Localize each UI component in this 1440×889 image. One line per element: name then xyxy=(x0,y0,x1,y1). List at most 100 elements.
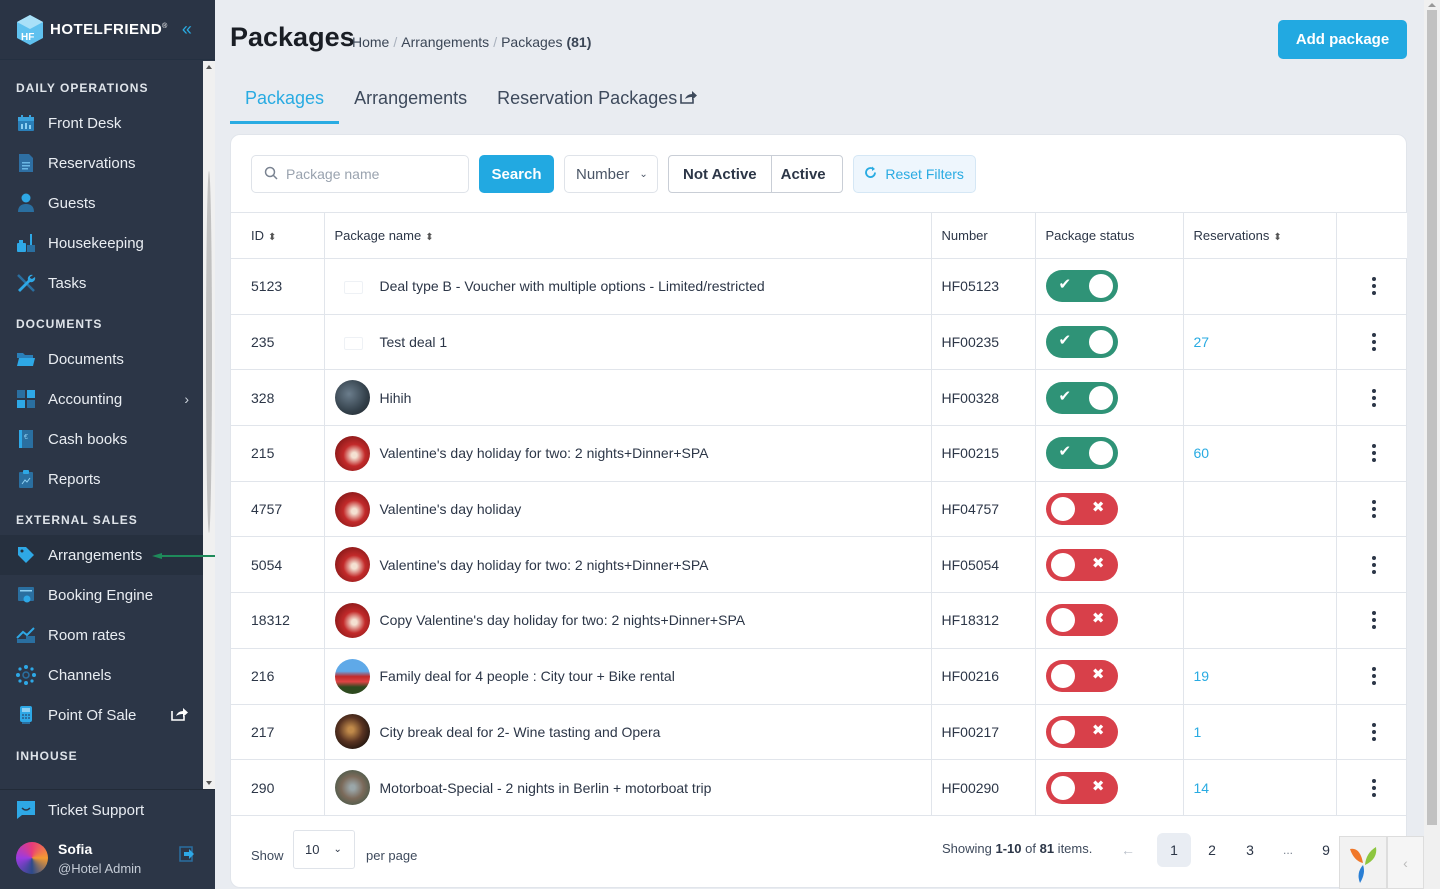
reservations-cell xyxy=(1182,369,1336,427)
package-status-toggle[interactable]: ✖ xyxy=(1045,771,1118,804)
column-package-status: Package status xyxy=(1034,212,1183,259)
more-options-icon[interactable] xyxy=(1371,555,1376,574)
reservations-cell: 1 xyxy=(1182,704,1336,761)
package-status-toggle[interactable]: ✖ xyxy=(1045,493,1118,526)
per-page-select[interactable]: 10 ⌄ xyxy=(293,830,355,869)
more-options-icon[interactable] xyxy=(1371,333,1376,352)
sidebar-item-tasks[interactable]: Tasks xyxy=(0,263,203,303)
package-name[interactable]: Copy Valentine's day holiday for two: 2 … xyxy=(380,612,746,628)
more-options-icon[interactable] xyxy=(1371,778,1376,797)
package-status-toggle[interactable]: ✔ xyxy=(1045,381,1118,414)
collapse-sidebar-icon[interactable]: « xyxy=(182,19,192,40)
reservations-link[interactable]: 1 xyxy=(1194,724,1202,740)
number-select[interactable]: Number ⌄ xyxy=(564,155,658,193)
sidebar-item-documents[interactable]: Documents xyxy=(0,339,203,379)
prev-page-arrow-icon[interactable]: ← xyxy=(1121,842,1135,858)
package-name[interactable]: Test deal 1 xyxy=(380,334,448,350)
package-status-toggle[interactable]: ✔ xyxy=(1045,270,1118,303)
debug-toolbar-toggle-icon[interactable]: ‹ xyxy=(1387,836,1424,889)
more-options-icon[interactable] xyxy=(1371,611,1376,630)
table-row: 5123 Deal type B - Voucher with multiple … xyxy=(231,258,1407,315)
package-name-cell: Test deal 1 xyxy=(323,314,931,371)
page-3[interactable]: 3 xyxy=(1233,833,1267,867)
sidebar-scrollbar[interactable] xyxy=(203,61,215,789)
package-name-cell: Hihih xyxy=(323,369,931,427)
more-options-icon[interactable] xyxy=(1371,667,1376,686)
search-field[interactable] xyxy=(251,155,469,193)
broom-icon xyxy=(16,233,36,253)
page-2[interactable]: 2 xyxy=(1195,833,1229,867)
active-filter-button[interactable]: Active xyxy=(770,156,842,192)
package-name[interactable]: City break deal for 2- Wine tasting and … xyxy=(380,724,661,740)
reservations-cell: 27 xyxy=(1182,314,1336,371)
logout-icon[interactable] xyxy=(179,846,195,867)
page-1[interactable]: 1 xyxy=(1157,833,1191,867)
tab-reservation-packages[interactable]: Reservation Packages xyxy=(482,78,713,124)
more-options-icon[interactable] xyxy=(1371,388,1376,407)
sidebar-item-booking-engine[interactable]: Booking Engine xyxy=(0,575,203,615)
package-name[interactable]: Hihih xyxy=(380,390,412,406)
user-icon xyxy=(16,193,36,213)
section-documents: DOCUMENTS xyxy=(16,317,103,331)
tab-packages[interactable]: Packages xyxy=(230,78,340,124)
sidebar-item-reports[interactable]: Reports xyxy=(0,459,203,499)
more-options-icon[interactable] xyxy=(1371,444,1376,463)
ticket-support-link[interactable]: Ticket Support xyxy=(0,790,215,830)
column-id[interactable]: ID ⬍ xyxy=(231,212,324,259)
reservations-link[interactable]: 60 xyxy=(1194,445,1210,461)
sidebar-item-accounting[interactable]: Accounting › xyxy=(0,379,203,419)
section-inhouse: INHOUSE xyxy=(16,749,78,763)
sidebar-item-cash-books[interactable]: € Cash books xyxy=(0,419,203,459)
package-status-toggle[interactable]: ✖ xyxy=(1045,715,1118,748)
package-status-toggle[interactable]: ✔ xyxy=(1045,326,1118,359)
package-name[interactable]: Valentine's day holiday for two: 2 night… xyxy=(380,557,709,573)
page-9[interactable]: 9 xyxy=(1309,833,1343,867)
more-options-icon[interactable] xyxy=(1371,500,1376,519)
x-icon: ✖ xyxy=(1091,554,1105,572)
package-name[interactable]: Motorboat-Special - 2 nights in Berlin +… xyxy=(380,780,712,796)
page-scrollbar[interactable] xyxy=(1424,0,1440,889)
add-package-button[interactable]: Add package xyxy=(1278,20,1407,59)
package-name[interactable]: Deal type B - Voucher with multiple opti… xyxy=(380,278,765,294)
reset-filters-button[interactable]: Reset Filters xyxy=(852,155,976,193)
sidebar-item-housekeeping[interactable]: Housekeeping xyxy=(0,223,203,263)
reservations-link[interactable]: 27 xyxy=(1194,334,1210,350)
package-status-toggle[interactable]: ✖ xyxy=(1045,604,1118,637)
svg-text:€: € xyxy=(24,434,28,441)
row-actions-cell xyxy=(1335,536,1407,594)
sidebar-item-channels[interactable]: Channels xyxy=(0,655,203,695)
package-status-toggle[interactable]: ✖ xyxy=(1045,548,1118,581)
package-name[interactable]: Family deal for 4 people : City tour + B… xyxy=(380,668,675,684)
yii-debug-toolbar-logo-icon[interactable] xyxy=(1339,836,1387,889)
breadcrumb-arrangements[interactable]: Arrangements xyxy=(401,34,489,50)
search-input[interactable] xyxy=(286,166,456,182)
breadcrumb-home[interactable]: Home xyxy=(352,34,389,50)
reservations-link[interactable]: 19 xyxy=(1194,668,1210,684)
reservations-link[interactable]: 14 xyxy=(1194,780,1210,796)
column-reservations[interactable]: Reservations ⬍ xyxy=(1182,212,1336,259)
external-link-icon xyxy=(171,707,189,724)
column-package-name[interactable]: Package name ⬍ xyxy=(323,212,931,259)
package-number: HF00216 xyxy=(930,648,1035,705)
package-name[interactable]: Valentine's day holiday for two: 2 night… xyxy=(380,445,709,461)
sidebar-item-front-desk[interactable]: Front Desk xyxy=(0,103,203,143)
sort-icon: ⬍ xyxy=(268,232,277,243)
not-active-filter-button[interactable]: Not Active xyxy=(669,156,771,192)
sidebar-item-guests[interactable]: Guests xyxy=(0,183,203,223)
sidebar-item-point-of-sale[interactable]: Point Of Sale xyxy=(0,695,203,735)
more-options-icon[interactable] xyxy=(1371,722,1376,741)
tab-arrangements[interactable]: Arrangements xyxy=(339,78,482,124)
pagination: ← 1 2 3 ... 9 xyxy=(1121,833,1347,867)
package-name[interactable]: Valentine's day holiday xyxy=(380,501,522,517)
show-label: Show xyxy=(251,848,284,863)
row-actions-cell xyxy=(1335,425,1407,482)
sidebar-item-room-rates[interactable]: Room rates xyxy=(0,615,203,655)
package-thumbnail xyxy=(334,770,370,806)
package-status-cell: ✔ xyxy=(1034,369,1183,427)
package-status-toggle[interactable]: ✖ xyxy=(1045,660,1118,693)
package-status-toggle[interactable]: ✔ xyxy=(1045,437,1118,470)
sidebar-item-reservations[interactable]: Reservations xyxy=(0,143,203,183)
search-button[interactable]: Search xyxy=(479,155,554,193)
chevron-right-icon: › xyxy=(184,391,189,407)
more-options-icon[interactable] xyxy=(1371,277,1376,296)
